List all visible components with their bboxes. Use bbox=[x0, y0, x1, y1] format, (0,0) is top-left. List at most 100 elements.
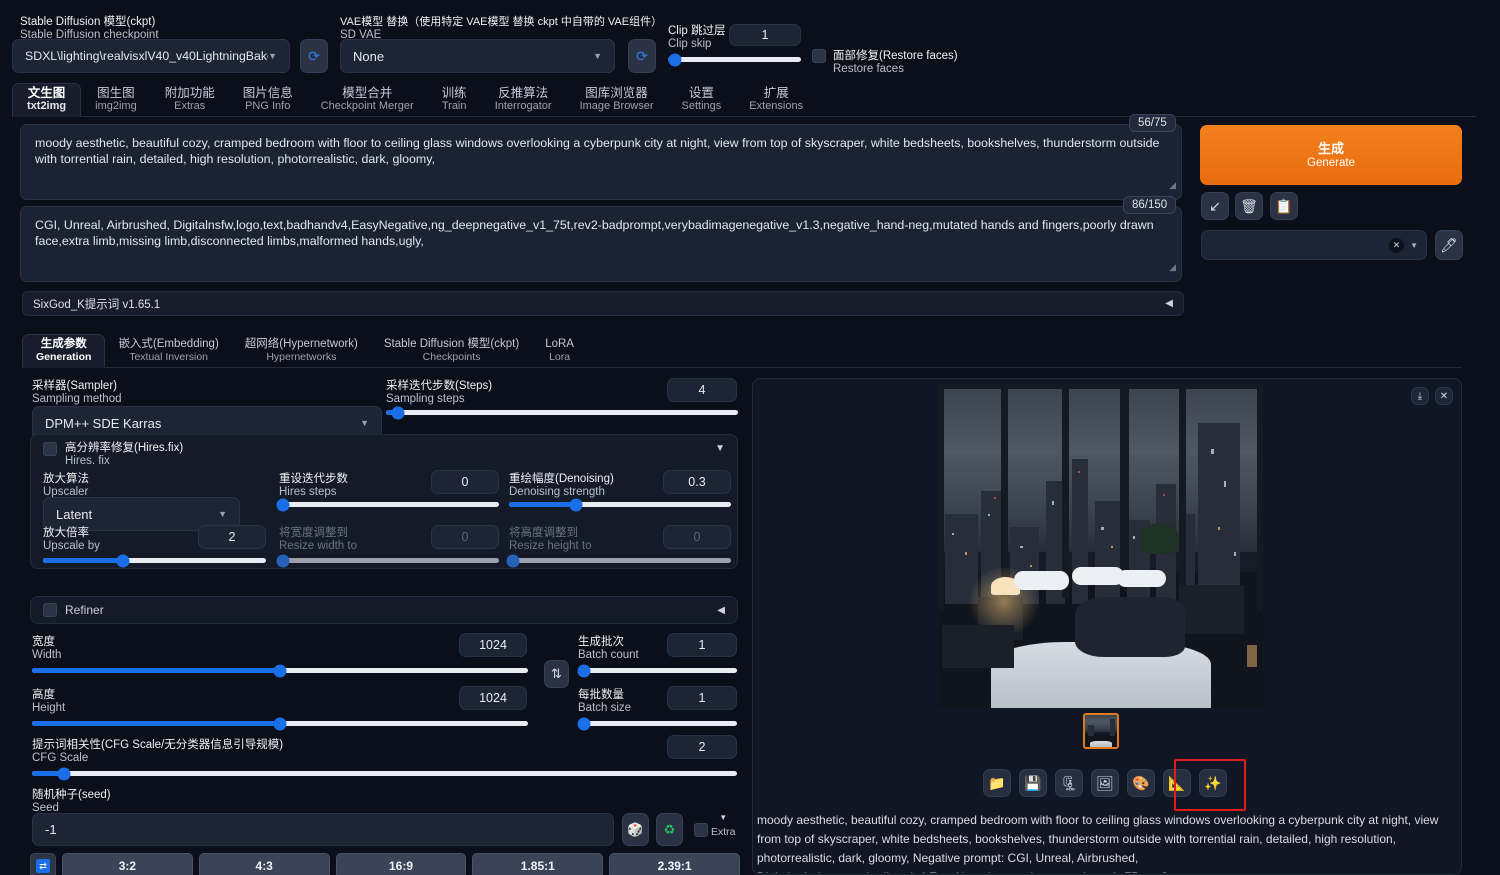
triangle-down-icon[interactable]: ▼ bbox=[715, 443, 725, 454]
sparkles-button[interactable]: ✨ bbox=[1199, 769, 1227, 797]
batch-count-value[interactable]: 1 bbox=[667, 633, 737, 657]
width-value[interactable]: 1024 bbox=[459, 633, 527, 657]
seed-extra-toggle[interactable]: ▼ Extra bbox=[711, 813, 736, 840]
hires-steps-value[interactable]: 0 bbox=[431, 470, 499, 494]
resize-height-value[interactable]: 0 bbox=[663, 525, 731, 549]
slider-fill bbox=[43, 558, 124, 563]
tab-lora[interactable]: LoRA Lora bbox=[532, 335, 587, 367]
slider-knob[interactable] bbox=[391, 406, 405, 419]
width-slider[interactable] bbox=[32, 664, 528, 677]
aspect-ratio-185-1[interactable]: 1.85:1 bbox=[472, 853, 604, 875]
tab-textual-inversion[interactable]: 嵌入式(Embedding) Textual Inversion bbox=[105, 335, 231, 367]
tab-image-browser[interactable]: 图库浏览器 Image Browser bbox=[566, 84, 668, 116]
tab-checkpoints[interactable]: Stable Diffusion 模型(ckpt) Checkpoints bbox=[371, 335, 532, 367]
read-generation-params-button[interactable]: ↙ bbox=[1201, 192, 1229, 220]
aspect-ratio-239-1[interactable]: 2.39:1 bbox=[609, 853, 740, 875]
seed-extra-checkbox[interactable] bbox=[694, 823, 708, 837]
restore-faces-checkbox[interactable] bbox=[812, 49, 826, 63]
triangle-left-icon[interactable]: ◀ bbox=[717, 605, 725, 616]
height-value[interactable]: 1024 bbox=[459, 686, 527, 710]
aspect-lock-button[interactable]: ⇄ bbox=[30, 853, 56, 875]
tab-interrogator[interactable]: 反推算法 Interrogator bbox=[481, 84, 566, 116]
tab-img2img[interactable]: 图生图 img2img bbox=[81, 84, 151, 116]
hires-steps-slider[interactable] bbox=[276, 498, 499, 511]
chevron-down-icon[interactable]: ▼ bbox=[1410, 241, 1418, 250]
slider-knob[interactable] bbox=[577, 664, 591, 677]
save-zip-button[interactable]: 🗜 bbox=[1055, 769, 1083, 797]
seed-reuse-button[interactable]: ♻ bbox=[656, 813, 683, 846]
refiner-section[interactable]: Refiner ◀ bbox=[30, 596, 738, 624]
sixgod-prompt-accordion[interactable]: SixGod_K提示词 v1.65.1 ◀ bbox=[22, 291, 1184, 316]
clear-prompt-button[interactable]: 🗑 bbox=[1235, 192, 1263, 220]
refiner-checkbox[interactable] bbox=[43, 603, 57, 617]
hires-fix-header[interactable]: 高分辨率修复(Hires.fix) Hires. fix bbox=[43, 442, 183, 468]
vae-select[interactable]: None ▼ bbox=[340, 39, 615, 73]
slider-knob[interactable] bbox=[116, 554, 130, 567]
denoising-value[interactable]: 0.3 bbox=[663, 470, 731, 494]
checkpoint-refresh-button[interactable]: ⟳ bbox=[300, 39, 328, 73]
aspect-ratio-16-9[interactable]: 16:9 bbox=[335, 853, 467, 875]
slider-knob[interactable] bbox=[273, 664, 287, 677]
seed-randomize-button[interactable]: 🎲 bbox=[622, 813, 649, 846]
open-folder-button[interactable]: 📁 bbox=[983, 769, 1011, 797]
generated-image[interactable] bbox=[939, 384, 1263, 708]
steps-value[interactable]: 4 bbox=[667, 378, 737, 402]
send-to-inpaint-button[interactable]: 🎨 bbox=[1127, 769, 1155, 797]
steps-slider[interactable] bbox=[386, 406, 738, 419]
negative-prompt-input[interactable]: CGI, Unreal, Airbrushed, Digitalnsfw,log… bbox=[20, 206, 1182, 282]
slider-knob[interactable] bbox=[569, 498, 583, 511]
tab-train[interactable]: 训练 Train bbox=[428, 84, 481, 116]
tab-hypernetworks[interactable]: 超网络(Hypernetwork) Hypernetworks bbox=[232, 335, 371, 367]
tab-settings[interactable]: 设置 Settings bbox=[668, 84, 736, 116]
slider-knob[interactable] bbox=[57, 767, 71, 780]
tab-checkpoint-merger[interactable]: 模型合并 Checkpoint Merger bbox=[307, 84, 428, 116]
styles-select[interactable]: ✕ ▼ bbox=[1201, 230, 1427, 260]
clip-skip-value[interactable]: 1 bbox=[729, 24, 801, 46]
save-button[interactable]: 💾 bbox=[1019, 769, 1047, 797]
edit-styles-button[interactable]: 🖊 bbox=[1435, 230, 1463, 260]
batch-size-slider[interactable] bbox=[577, 717, 737, 730]
slider-knob[interactable] bbox=[577, 717, 591, 730]
slider-knob[interactable] bbox=[276, 554, 290, 567]
height-slider[interactable] bbox=[32, 717, 528, 730]
close-result-button[interactable]: ✕ bbox=[1435, 387, 1453, 405]
batch-size-value[interactable]: 1 bbox=[667, 686, 737, 710]
denoising-slider[interactable] bbox=[509, 498, 731, 511]
tab-generation[interactable]: 生成参数 Generation bbox=[22, 334, 106, 368]
resize-width-slider[interactable] bbox=[276, 554, 499, 567]
vae-refresh-button[interactable]: ⟳ bbox=[628, 39, 656, 73]
aspect-ratio-4-3[interactable]: 4:3 bbox=[198, 853, 330, 875]
generate-button[interactable]: 生成 Generate bbox=[1200, 125, 1462, 185]
hires-fix-checkbox[interactable] bbox=[43, 442, 57, 456]
slider-knob[interactable] bbox=[506, 554, 520, 567]
aspect-ratio-3-2[interactable]: 3:2 bbox=[62, 853, 193, 875]
clear-x-icon[interactable]: ✕ bbox=[1389, 237, 1405, 253]
batch-count-slider[interactable] bbox=[577, 664, 737, 677]
upscale-by-slider[interactable] bbox=[43, 554, 266, 567]
send-to-img2img-button[interactable]: 🖼 bbox=[1091, 769, 1119, 797]
cfg-scale-slider[interactable] bbox=[32, 767, 737, 780]
triangle-left-icon[interactable]: ◀ bbox=[1165, 298, 1173, 309]
tab-extras[interactable]: 附加功能 Extras bbox=[151, 84, 229, 116]
gallery-thumbnail[interactable] bbox=[1083, 713, 1119, 749]
cfg-scale-value[interactable]: 2 bbox=[667, 735, 737, 759]
send-to-extras-button[interactable]: 📐 bbox=[1163, 769, 1191, 797]
clip-skip-slider[interactable] bbox=[668, 53, 801, 66]
resize-grip-icon[interactable]: ◢ bbox=[1169, 262, 1176, 281]
tab-extensions[interactable]: 扩展 Extensions bbox=[735, 84, 817, 116]
resize-height-slider[interactable] bbox=[506, 554, 731, 567]
download-button[interactable]: ⤓ bbox=[1411, 387, 1429, 405]
upscale-by-value[interactable]: 2 bbox=[198, 525, 266, 549]
slider-knob[interactable] bbox=[273, 717, 287, 730]
prompt-input[interactable]: moody aesthetic, beautiful cozy, cramped… bbox=[20, 124, 1182, 200]
slider-knob[interactable] bbox=[668, 53, 682, 66]
apply-style-button[interactable]: 📋 bbox=[1270, 192, 1298, 220]
resize-width-value[interactable]: 0 bbox=[431, 525, 499, 549]
checkpoint-select[interactable]: SDXL\lighting\realvisxlV40_v40LightningB… bbox=[12, 39, 290, 73]
swap-dimensions-button[interactable]: ⇅ bbox=[544, 660, 569, 688]
seed-input[interactable]: -1 bbox=[32, 813, 614, 846]
tab-png-info[interactable]: 图片信息 PNG Info bbox=[229, 84, 307, 116]
refiner-header[interactable]: Refiner bbox=[43, 603, 104, 617]
tab-txt2img[interactable]: 文生图 txt2img bbox=[12, 83, 82, 117]
slider-knob[interactable] bbox=[276, 498, 290, 511]
